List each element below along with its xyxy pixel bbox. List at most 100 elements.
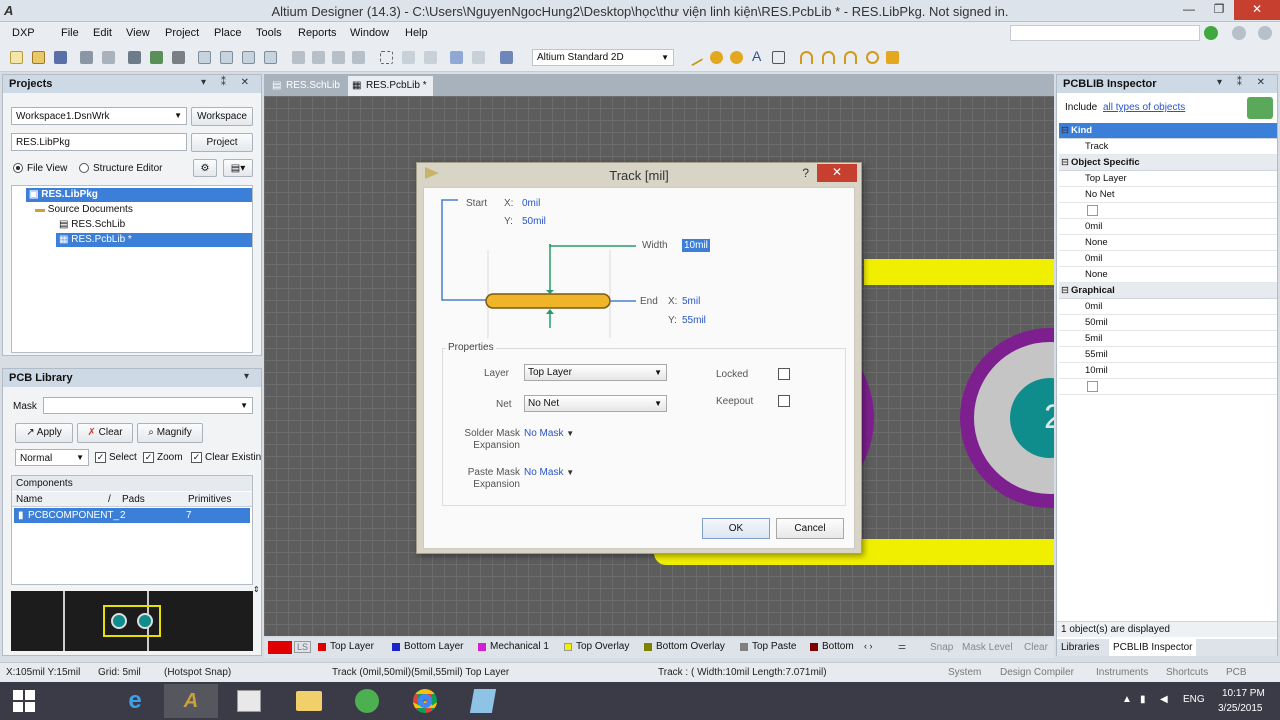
back-icon[interactable] [1204,26,1218,40]
inspector-checkbox[interactable] [1087,381,1098,392]
workspace-button[interactable]: Workspace [191,107,253,126]
magnify-button[interactable]: ⌕ Magnify [137,423,203,443]
menu-help[interactable]: Help [405,27,428,39]
dialog-close-button[interactable]: ✕ [817,164,857,182]
document-dropdown-icon[interactable]: ▤▾ [223,159,253,177]
status-shortcuts[interactable]: Shortcuts [1166,667,1208,678]
menu-file[interactable]: File [61,27,79,39]
collapse-icon[interactable]: ⊟ [1061,157,1069,168]
clock-time[interactable]: 10:17 PM [1222,688,1265,699]
zoom-icon[interactable] [198,51,211,64]
save-icon[interactable] [54,51,67,64]
layer-scroll-icon[interactable]: ‹ › [864,641,873,651]
paste-mask-select[interactable]: No Mask ▼ [524,467,574,478]
tree-root-item[interactable]: ▣ RES.LibPkg [26,188,252,202]
inspector-row[interactable]: Track [1059,139,1277,155]
start-button[interactable] [0,684,48,718]
select-area-icon[interactable] [380,51,393,64]
snap-button[interactable]: Snap [930,642,953,653]
select-checkbox[interactable]: ✓ [95,452,106,463]
menu-place[interactable]: Place [214,27,242,39]
minimize-button[interactable]: — [1174,0,1204,20]
status-pcb[interactable]: PCB [1226,667,1247,678]
tab-res-pcblib[interactable]: ▦ RES.PcbLib * [348,76,433,96]
layer-tab-bottom-layer[interactable]: Bottom Layer [392,641,463,652]
move-icon[interactable] [402,51,415,64]
inspector-row[interactable]: 0mil [1059,251,1277,267]
view-mode-select[interactable]: Altium Standard 2D ▼ [532,49,674,66]
width-field[interactable]: 10mil [682,239,710,252]
place-line-icon[interactable] [685,48,704,67]
place-pad-icon[interactable] [710,51,723,64]
network-icon[interactable]: ▮ [1140,694,1146,705]
net-select[interactable]: No Net ▼ [524,395,667,412]
mask-level-button[interactable]: Mask Level [962,642,1013,653]
start-y-field[interactable]: 50mil [522,216,546,227]
inspector-row[interactable] [1059,203,1277,219]
layer-icon[interactable] [128,51,141,64]
solder-mask-select[interactable]: No Mask ▼ [524,428,574,439]
layer-tab-bottom[interactable]: Bottom [810,641,854,652]
inspector-row[interactable]: None [1059,267,1277,283]
clear-existing-checkbox[interactable]: ✓ [191,452,202,463]
open-icon[interactable] [32,51,45,64]
zoom-fit-icon[interactable] [264,51,277,64]
taskbar-explorer[interactable] [282,684,336,718]
redo-icon[interactable] [472,51,485,64]
rubber-stamp-icon[interactable] [352,51,365,64]
group-object-specific[interactable]: ⊟ Object Specific [1059,155,1277,171]
language-indicator[interactable]: ENG [1183,694,1205,705]
inspector-row[interactable]: No Net [1059,187,1277,203]
menu-dxp[interactable]: DXP [12,27,35,39]
ls-button[interactable]: LS [294,641,312,653]
clear-mask-button[interactable]: Clear [1024,642,1048,653]
inspector-row[interactable]: 55mil [1059,347,1277,363]
panel-controls-icon[interactable]: ▾ ⁑ ✕ [1217,77,1271,88]
new-icon[interactable] [10,51,23,64]
deselect-icon[interactable] [424,51,437,64]
current-layer-swatch[interactable] [268,641,292,654]
file-view-radio[interactable] [13,163,23,173]
inspector-row[interactable] [1059,379,1277,395]
menu-project[interactable]: Project [165,27,199,39]
maximize-button[interactable]: ❐ [1204,0,1234,20]
inspector-row[interactable]: 10mil [1059,363,1277,379]
end-y-field[interactable]: 55mil [682,315,706,326]
apply-button[interactable]: ↗ Apply [15,423,73,443]
locked-checkbox[interactable] [778,368,790,380]
tree-folder-item[interactable]: ▬ Source Documents [32,203,136,217]
forward-icon[interactable] [1232,26,1246,40]
arc-center-icon[interactable] [800,51,813,64]
print-preview-icon[interactable] [102,51,115,64]
taskbar-app[interactable] [340,684,394,718]
3d-icon[interactable] [172,51,185,64]
layer-tab-top-paste[interactable]: Top Paste [740,641,796,652]
status-design-compiler[interactable]: Design Compiler [1000,667,1074,678]
arc-edge-icon[interactable] [822,51,835,64]
home-icon[interactable] [1258,26,1272,40]
inspector-row[interactable]: Top Layer [1059,171,1277,187]
paste-icon[interactable] [332,51,345,64]
inspector-row[interactable]: 5mil [1059,331,1277,347]
taskbar-app-2[interactable] [456,684,510,718]
place-coordinate-icon[interactable] [772,51,785,64]
tab-res-schlib[interactable]: ▤ RES.SchLib [268,76,346,96]
snap-icon[interactable]: ⚌ [898,641,906,652]
taskbar-chrome[interactable] [398,684,452,718]
structure-editor-radio[interactable] [79,163,89,173]
menu-search-input[interactable] [1010,25,1200,41]
group-graphical[interactable]: ⊟ Graphical [1059,283,1277,299]
zoom-checkbox[interactable]: ✓ [143,452,154,463]
taskbar-altium[interactable]: A [164,684,218,718]
place-string-icon[interactable]: A [752,48,761,64]
ok-button[interactable]: OK [702,518,770,539]
tab-pcblib-inspector[interactable]: PCBLIB Inspector [1109,639,1197,656]
menu-tools[interactable]: Tools [256,27,282,39]
status-system[interactable]: System [948,667,981,678]
project-options-icon[interactable]: ⚙ [193,159,217,177]
project-button[interactable]: Project [191,133,253,152]
fill-icon[interactable] [886,51,899,64]
copy-icon[interactable] [312,51,325,64]
tree-item-schlib[interactable]: ▤ RES.SchLib [56,218,128,232]
include-link[interactable]: all types of objects [1103,102,1185,113]
